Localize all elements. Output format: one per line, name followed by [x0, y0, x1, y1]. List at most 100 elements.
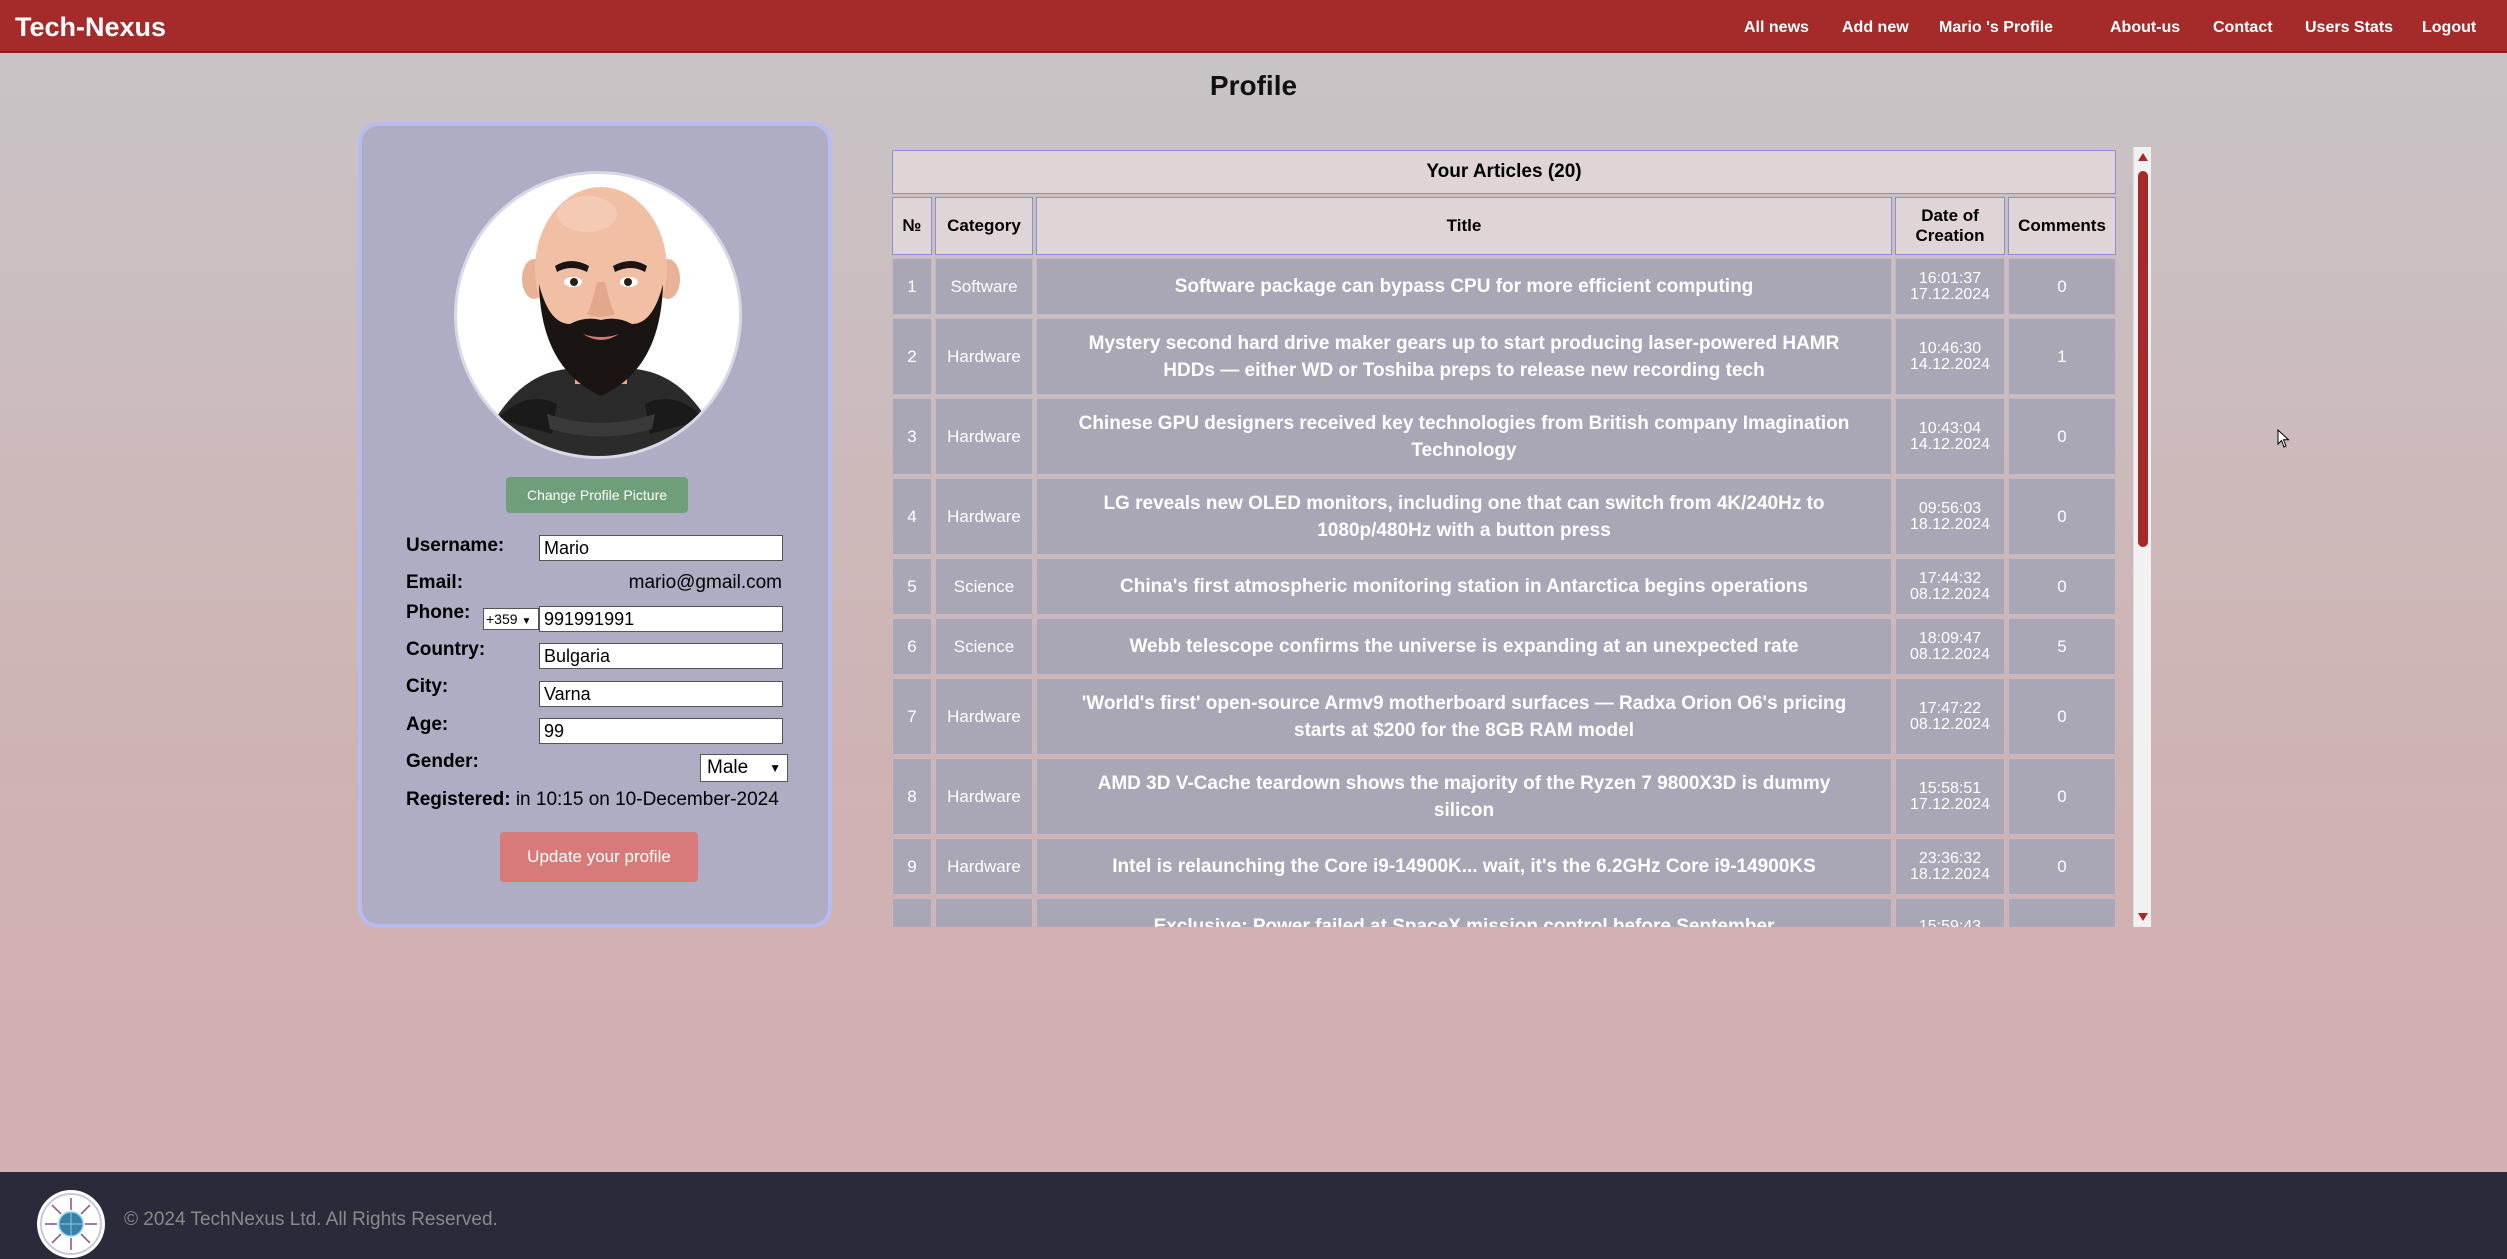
top-navbar: Tech-Nexus All news Add new Mario 's Pro…: [0, 0, 2507, 53]
cell-title[interactable]: 'World's first' open-source Armv9 mother…: [1036, 678, 1892, 755]
cell-date: 17:44:32 08.12.2024: [1895, 558, 2005, 615]
date-time: 15:59:43: [1918, 917, 1982, 927]
date-day: 08.12.2024: [1909, 645, 1991, 663]
cell-category: [935, 898, 1033, 927]
email-label: Email:: [406, 572, 464, 593]
gender-select[interactable]: Male ▼: [700, 754, 788, 782]
cell-date: 17:47:22 08.12.2024: [1895, 678, 2005, 755]
col-number-header: №: [892, 197, 932, 255]
age-input[interactable]: 99: [539, 718, 783, 744]
cell-title[interactable]: Exclusive: Power failed at SpaceX missio…: [1036, 898, 1892, 927]
cell-category: Hardware: [935, 318, 1033, 395]
date-day: 08.12.2024: [1909, 715, 1991, 733]
nav-profile[interactable]: Mario 's Profile: [1939, 19, 2053, 37]
update-profile-button[interactable]: Update your profile: [500, 832, 698, 882]
profile-card: Change Profile Picture Username: Mario E…: [358, 122, 832, 928]
scroll-thumb[interactable]: [2138, 171, 2148, 547]
date-time: 17:47:22: [1918, 699, 1982, 717]
company-logo-icon: [37, 1190, 105, 1258]
cell-comments: [2008, 898, 2116, 927]
cell-date: 09:56:03 18.12.2024: [1895, 478, 2005, 555]
city-input[interactable]: Varna: [539, 681, 783, 707]
cell-comments: 0: [2008, 678, 2116, 755]
scroll-down-arrow-icon[interactable]: [2138, 913, 2148, 921]
table-row[interactable]: 2 Hardware Mystery second hard drive maker…: [892, 318, 2116, 395]
change-profile-picture-button[interactable]: Change Profile Picture: [506, 477, 688, 513]
table-row[interactable]: 8 Hardware AMD 3D V-Cache teardown shows t…: [892, 758, 2116, 835]
cell-title[interactable]: China's first atmospheric monitoring sta…: [1036, 558, 1892, 615]
scroll-up-arrow-icon[interactable]: [2138, 153, 2148, 161]
country-label: Country:: [406, 639, 486, 660]
col-category-header: Category: [935, 197, 1033, 255]
cell-date: 18:09:47 08.12.2024: [1895, 618, 2005, 675]
cell-number: 2: [892, 318, 932, 395]
articles-caption: Your Articles (20): [892, 150, 2116, 194]
date-day: 08.12.2024: [1909, 585, 1991, 603]
nav-contact[interactable]: Contact: [2213, 19, 2273, 37]
avatar-illustration: [487, 187, 715, 456]
cell-title[interactable]: Mystery second hard drive maker gears up…: [1036, 318, 1892, 395]
cell-title[interactable]: Webb telescope confirms the universe is …: [1036, 618, 1892, 675]
date-time: 17:44:32: [1918, 569, 1982, 587]
cell-title[interactable]: Chinese GPU designers received key techn…: [1036, 398, 1892, 475]
cell-comments: 0: [2008, 398, 2116, 475]
cell-title[interactable]: Intel is relaunching the Core i9-14900K.…: [1036, 838, 1892, 895]
nav-about-us[interactable]: About-us: [2110, 19, 2180, 37]
date-day: 18.12.2024: [1909, 515, 1991, 533]
table-row[interactable]: 3 Hardware Chinese GPU designers received …: [892, 398, 2116, 475]
country-input[interactable]: Bulgaria: [539, 643, 783, 669]
cell-comments: 0: [2008, 758, 2116, 835]
cell-date: 16:01:37 17.12.2024: [1895, 258, 2005, 315]
table-row[interactable]: 9 Hardware Intel is relaunching the Core i…: [892, 838, 2116, 895]
table-row[interactable]: 7 Hardware 'World's first' open-source Arm…: [892, 678, 2116, 755]
nav-users-stats[interactable]: Users Stats: [2305, 19, 2393, 37]
date-day: 17.12.2024: [1909, 285, 1991, 303]
age-label: Age:: [406, 714, 449, 735]
gender-label: Gender:: [406, 751, 479, 772]
nav-logout[interactable]: Logout: [2422, 19, 2476, 37]
copyright-text: © 2024 TechNexus Ltd. All Rights Reserve…: [124, 1209, 498, 1230]
cell-number: 5: [892, 558, 932, 615]
cell-category: Hardware: [935, 758, 1033, 835]
nav-all-news[interactable]: All news: [1744, 19, 1809, 37]
cell-category: Software: [935, 258, 1033, 315]
cell-comments: 5: [2008, 618, 2116, 675]
date-time: 15:58:51: [1918, 779, 1982, 797]
email-value: mario@gmail.com: [628, 572, 782, 593]
cell-category: Hardware: [935, 398, 1033, 475]
cell-category: Hardware: [935, 838, 1033, 895]
cell-title[interactable]: AMD 3D V-Cache teardown shows the majori…: [1036, 758, 1892, 835]
cell-category: Hardware: [935, 478, 1033, 555]
avatar: [454, 171, 742, 459]
nav-add-new[interactable]: Add new: [1842, 19, 1909, 37]
articles-panel[interactable]: Your Articles (20) № Category Title Date…: [889, 147, 2152, 927]
username-input[interactable]: Mario: [539, 535, 783, 561]
brand-logo[interactable]: Tech-Nexus: [15, 12, 166, 43]
table-row[interactable]: 4 Hardware LG reveals new OLED monitors, i…: [892, 478, 2116, 555]
date-time: 09:56:03: [1918, 499, 1982, 517]
gender-value: Male: [707, 757, 749, 778]
table-row[interactable]: 5 Science China's first atmospheric monito…: [892, 558, 2116, 615]
table-row[interactable]: Exclusive: Power failed at SpaceX missio…: [892, 898, 2116, 927]
table-row[interactable]: 1 Software Software package can bypass CPU…: [892, 258, 2116, 315]
articles-table: Your Articles (20) № Category Title Date…: [889, 147, 2119, 927]
cell-number: 9: [892, 838, 932, 895]
phone-code-select[interactable]: +359 ▼: [483, 608, 539, 630]
phone-input[interactable]: 991991991: [539, 606, 783, 632]
phone-label: Phone:: [406, 602, 471, 623]
date-time: 10:43:04: [1918, 419, 1982, 437]
cell-title[interactable]: LG reveals new OLED monitors, including …: [1036, 478, 1892, 555]
date-time: 10:46:30: [1918, 339, 1982, 357]
cell-number: 8: [892, 758, 932, 835]
cell-date: 15:58:51 17.12.2024: [1895, 758, 2005, 835]
date-time: 18:09:47: [1918, 629, 1982, 647]
cell-number: 3: [892, 398, 932, 475]
articles-scrollbar[interactable]: [2133, 147, 2151, 927]
table-row[interactable]: 6 Science Webb telescope confirms the univ…: [892, 618, 2116, 675]
cell-title[interactable]: Software package can bypass CPU for more…: [1036, 258, 1892, 315]
cell-category: Hardware: [935, 678, 1033, 755]
cell-date: 10:46:30 14.12.2024: [1895, 318, 2005, 395]
footer: © 2024 TechNexus Ltd. All Rights Reserve…: [0, 1172, 2507, 1259]
date-day: 17.12.2024: [1909, 795, 1991, 813]
cell-number: 6: [892, 618, 932, 675]
